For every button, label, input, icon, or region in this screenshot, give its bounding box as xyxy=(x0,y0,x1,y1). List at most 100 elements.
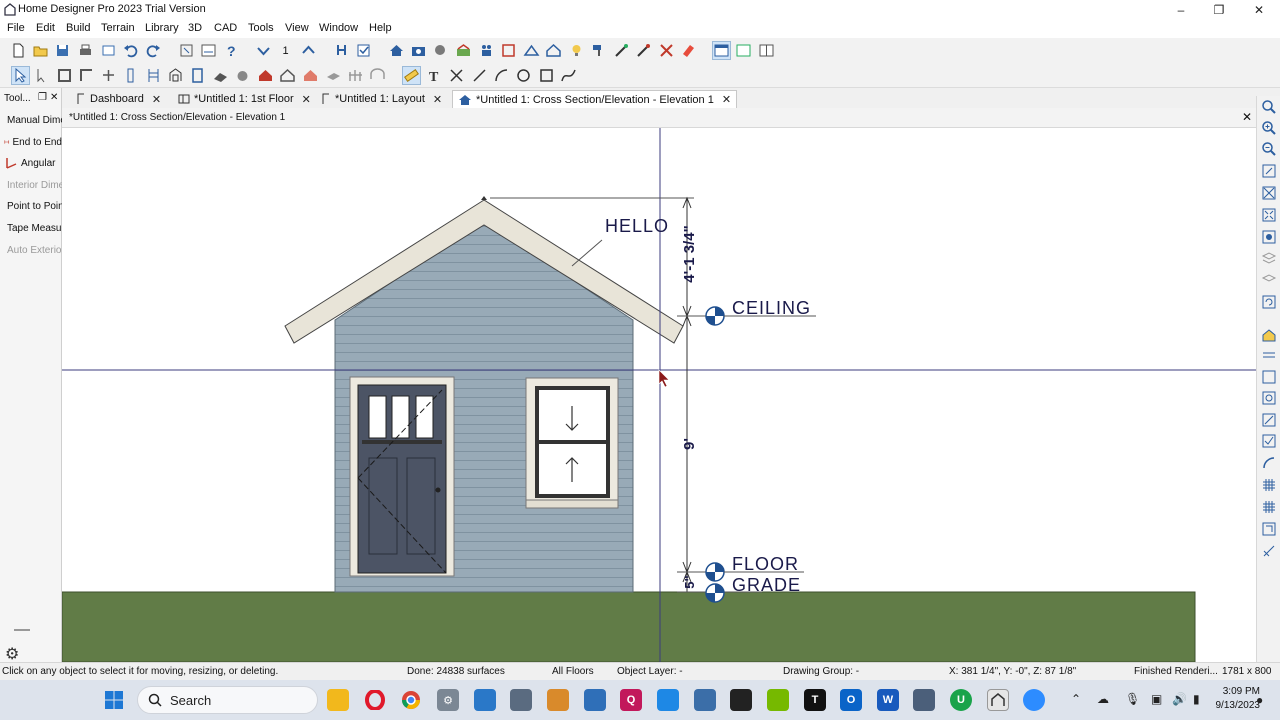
fill-window-icon[interactable] xyxy=(1260,184,1278,202)
tool-item-end-to-end[interactable]: End to End xyxy=(4,132,62,152)
elevation-view-icon[interactable] xyxy=(454,41,473,60)
plan-layers-icon[interactable] xyxy=(1260,271,1278,289)
tool-item-tape-measure[interactable]: Tape Measure xyxy=(4,218,62,238)
find-icon[interactable] xyxy=(1260,389,1278,407)
clock[interactable]: 3:09 PM 9/13/2023 xyxy=(1216,685,1261,713)
calculator-icon[interactable] xyxy=(584,689,606,711)
word-icon[interactable]: W xyxy=(877,689,899,711)
light-icon[interactable] xyxy=(567,41,586,60)
eyedropper-icon[interactable] xyxy=(612,41,631,60)
menu-window[interactable]: Window xyxy=(319,22,358,34)
pan-icon[interactable] xyxy=(1260,228,1278,246)
roof-outline-icon[interactable] xyxy=(278,66,297,85)
slab-icon[interactable] xyxy=(324,66,343,85)
dormer-icon[interactable] xyxy=(301,66,320,85)
help-icon[interactable]: ? xyxy=(222,41,241,60)
house-outline-icon[interactable] xyxy=(544,41,563,60)
checklist-icon[interactable] xyxy=(354,41,373,60)
section-icon[interactable] xyxy=(522,41,541,60)
close-button[interactable]: ✕ xyxy=(1240,0,1278,20)
devtools-icon[interactable] xyxy=(913,689,935,711)
room-icon[interactable] xyxy=(77,66,96,85)
cloud-icon[interactable]: ☁ xyxy=(1097,692,1109,706)
tab-1st-floor[interactable]: *Untitled 1: 1st Floor ✕ xyxy=(178,90,311,108)
tab-close-icon[interactable]: ✕ xyxy=(433,93,442,106)
roof-icon[interactable] xyxy=(256,66,275,85)
dimension-label-bottom[interactable]: 5" xyxy=(682,575,697,588)
volume-icon[interactable]: 🔊 xyxy=(1172,692,1187,706)
menu-tools[interactable]: Tools xyxy=(248,22,274,34)
settings-icon[interactable]: ⚙ xyxy=(437,689,459,711)
house-view-icon[interactable] xyxy=(387,41,406,60)
arc-tool-icon[interactable] xyxy=(492,66,511,85)
delete-material-icon[interactable] xyxy=(657,41,676,60)
wall-icon[interactable] xyxy=(55,66,74,85)
tool-item-point-to-point[interactable]: Point to Point xyxy=(4,196,62,216)
select-objects-icon[interactable] xyxy=(177,41,196,60)
floor-down-icon[interactable] xyxy=(254,41,273,60)
print-preview-icon[interactable] xyxy=(99,41,118,60)
minimize-button[interactable]: – xyxy=(1162,0,1200,20)
print-icon[interactable] xyxy=(76,41,95,60)
edit-check-icon[interactable] xyxy=(1260,432,1278,450)
menu-build[interactable]: Build xyxy=(66,22,90,34)
file-explorer-icon[interactable] xyxy=(327,689,349,711)
fireplace-icon[interactable] xyxy=(211,66,230,85)
zoom-in-icon[interactable] xyxy=(1260,119,1278,137)
door-opening-icon[interactable] xyxy=(166,66,185,85)
deck-icon[interactable] xyxy=(368,66,387,85)
menu-help[interactable]: Help xyxy=(369,22,392,34)
grid-icon[interactable] xyxy=(1260,476,1278,494)
paint-app-icon[interactable] xyxy=(547,689,569,711)
ground[interactable] xyxy=(62,591,1196,662)
chrome-icon[interactable] xyxy=(400,689,422,711)
microphone-icon[interactable]: 🎙 xyxy=(1125,692,1140,706)
camera-icon[interactable] xyxy=(409,41,428,60)
spline-tool-icon[interactable] xyxy=(559,66,578,85)
tape-tool-icon[interactable] xyxy=(332,41,351,60)
nvidia-icon[interactable] xyxy=(767,689,789,711)
dimension-tool-icon[interactable] xyxy=(402,66,421,85)
notification-icon[interactable]: ● xyxy=(1256,693,1263,707)
document-close-icon[interactable]: ✕ xyxy=(1242,110,1252,124)
edge-app-icon[interactable] xyxy=(657,689,679,711)
window-split-icon[interactable] xyxy=(757,41,776,60)
select-arrow-icon[interactable] xyxy=(11,66,30,85)
drawing-canvas[interactable]: HELLO 4'-1 3/4" 9' 5" CEILING FLOOR GRAD… xyxy=(62,128,1256,662)
reference-display-icon[interactable] xyxy=(199,41,218,60)
house-check-icon[interactable] xyxy=(1260,326,1278,344)
tab-close-icon[interactable]: ✕ xyxy=(302,93,311,106)
eraser-icon[interactable] xyxy=(679,41,698,60)
open-folder-icon[interactable] xyxy=(31,41,50,60)
column-icon[interactable] xyxy=(121,66,140,85)
undo-zoom-icon[interactable] xyxy=(1260,162,1278,180)
gear-icon[interactable]: ⚙ xyxy=(5,644,19,664)
people-icon[interactable] xyxy=(477,41,496,60)
stocks-icon[interactable] xyxy=(730,689,752,711)
battery-icon[interactable]: ▮ xyxy=(1193,692,1200,706)
fill-window-all-icon[interactable] xyxy=(1260,206,1278,224)
upwork-icon[interactable]: U xyxy=(950,689,972,711)
menu-3d[interactable]: 3D xyxy=(188,22,202,34)
image-viewer-icon[interactable] xyxy=(694,689,716,711)
network-icon[interactable]: ▣ xyxy=(1151,692,1162,706)
rectangle-tool-icon[interactable] xyxy=(537,66,556,85)
snipping-icon[interactable] xyxy=(510,689,532,711)
menu-edit[interactable]: Edit xyxy=(36,22,55,34)
marquee-select-icon[interactable] xyxy=(33,66,52,85)
stairs-icon[interactable] xyxy=(144,66,163,85)
window-object-icon[interactable] xyxy=(188,66,207,85)
material-painter-icon[interactable] xyxy=(634,41,653,60)
panel-resize-handle[interactable] xyxy=(14,629,30,631)
tray-chevron-icon[interactable]: ⌃ xyxy=(1071,692,1081,706)
windows-start-icon[interactable] xyxy=(103,689,125,711)
pin-icon[interactable]: ❐ xyxy=(38,92,47,103)
cad-delete-icon[interactable] xyxy=(447,66,466,85)
zoom-out-icon[interactable] xyxy=(1260,140,1278,158)
layers-icon[interactable] xyxy=(1260,249,1278,267)
tile-windows-icon[interactable] xyxy=(712,41,731,60)
menu-library[interactable]: Library xyxy=(145,22,179,34)
window-frame-icon[interactable] xyxy=(1260,368,1278,386)
quicken-icon[interactable]: Q xyxy=(620,689,642,711)
taskbar-search[interactable]: Search xyxy=(137,686,318,714)
